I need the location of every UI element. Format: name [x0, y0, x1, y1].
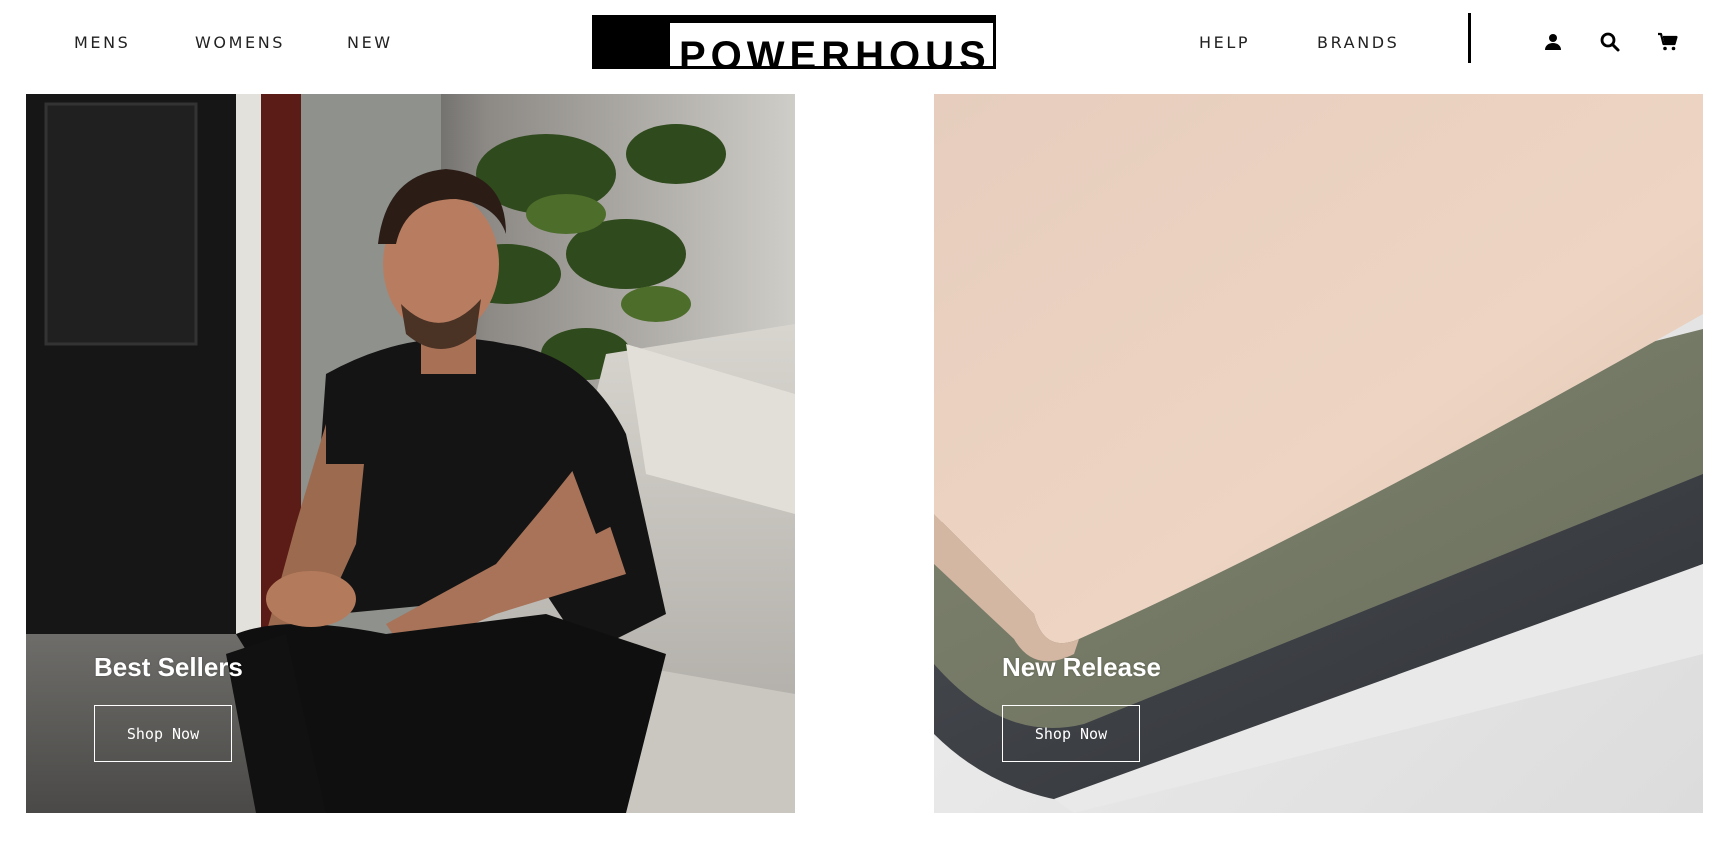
site-header: MENS WOMENS NEW POWERHOUSE HELP BRANDS	[0, 0, 1729, 86]
tile-title: New Release	[1002, 652, 1161, 682]
tile-title: Best Sellers	[94, 652, 243, 682]
promo-tile-new-release[interactable]: New Release Shop Now	[934, 94, 1703, 813]
promo-tile-best-sellers[interactable]: Best Sellers Shop Now	[26, 94, 795, 813]
nav-link-help[interactable]: HELP	[1199, 33, 1250, 52]
logo-wordmark: POWERHOUSE	[679, 34, 996, 69]
cart-icon[interactable]	[1656, 30, 1680, 54]
logo-block	[595, 22, 670, 66]
shop-now-button[interactable]: Shop Now	[1002, 705, 1140, 762]
nav-link-new[interactable]: NEW	[347, 33, 393, 52]
nav-link-mens[interactable]: MENS	[74, 33, 130, 52]
brand-logo[interactable]: POWERHOUSE	[592, 15, 996, 69]
shop-now-button[interactable]: Shop Now	[94, 705, 232, 762]
nav-link-brands[interactable]: BRANDS	[1317, 33, 1399, 52]
nav-link-womens[interactable]: WOMENS	[195, 33, 285, 52]
search-icon[interactable]	[1598, 30, 1622, 54]
header-divider	[1468, 13, 1471, 63]
account-icon[interactable]	[1541, 30, 1565, 54]
